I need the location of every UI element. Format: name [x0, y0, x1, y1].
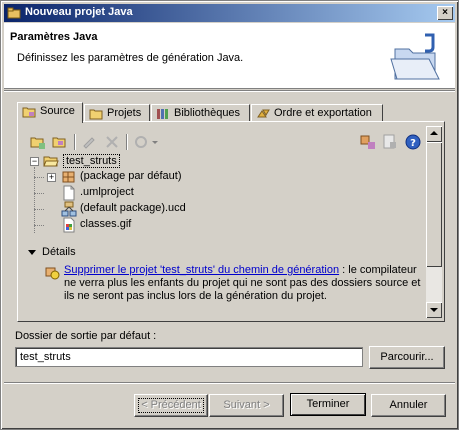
back-button[interactable]: < Précédent: [134, 394, 208, 417]
build-path-icon[interactable]: [132, 132, 160, 152]
browse-button[interactable]: Parcourir...: [369, 346, 445, 369]
details-description: Supprimer le projet 'test_struts' du che…: [45, 264, 426, 303]
tab-order-export[interactable]: Ordre et exportation: [251, 104, 383, 122]
arrow-down-icon: [430, 308, 438, 312]
tab-libraries-label: Bibliothèques: [174, 107, 241, 119]
tree-node[interactable]: (default package).ucd: [28, 201, 268, 217]
next-button[interactable]: Suivant >: [209, 394, 284, 417]
scroll-down-button[interactable]: [426, 302, 442, 318]
page-title: Paramètres Java: [10, 31, 98, 43]
remove-icon[interactable]: [102, 132, 122, 152]
source-folder-icon: [22, 107, 36, 118]
vertical-scrollbar[interactable]: [426, 126, 442, 318]
page-description: Définissez les paramètres de génération …: [17, 52, 244, 64]
details-toggle[interactable]: Détails: [28, 246, 76, 258]
wizard-header: Paramètres Java Définissez les paramètre…: [4, 23, 455, 89]
tree-root-label: test_struts: [63, 154, 120, 168]
tree-node[interactable]: classes.gif: [28, 217, 268, 233]
project-warning-icon: [45, 267, 60, 280]
edit-icon[interactable]: [80, 132, 100, 152]
toolbar-separator: [74, 134, 76, 150]
tab-source[interactable]: Source: [17, 102, 83, 123]
tree-item-label: (default package).ucd: [80, 202, 186, 214]
add-folder-icon[interactable]: [28, 132, 48, 152]
scroll-up-button[interactable]: [426, 126, 442, 142]
close-button[interactable]: ×: [437, 6, 453, 20]
filter-icon[interactable]: [380, 132, 400, 152]
scroll-thumb[interactable]: [426, 142, 442, 267]
cancel-button[interactable]: Annuler: [371, 394, 446, 417]
tree-node[interactable]: + (package par défaut): [28, 169, 268, 185]
order-export-icon: [257, 109, 270, 118]
tab-projects[interactable]: Projets: [84, 104, 150, 122]
collapse-icon[interactable]: −: [30, 157, 39, 166]
tab-order-export-label: Ordre et exportation: [274, 107, 372, 119]
file-icon: [63, 185, 75, 201]
package-icon: [62, 171, 75, 183]
libraries-icon: [157, 109, 168, 119]
arrow-up-icon: [430, 131, 438, 135]
window-title: Nouveau projet Java: [25, 6, 133, 18]
source-tree[interactable]: − test_struts + (package par défaut) .um…: [28, 153, 423, 243]
footer-separator: [4, 382, 455, 384]
add-package-icon[interactable]: [358, 132, 378, 152]
java-wizard-banner-icon: [390, 33, 440, 80]
tree-node-root[interactable]: − test_struts: [28, 153, 228, 169]
tab-libraries[interactable]: Bibliothèques: [151, 104, 250, 122]
source-toolbar: ?: [28, 132, 423, 152]
tree-item-label: .umlproject: [80, 186, 134, 198]
finish-button[interactable]: Terminer: [290, 393, 366, 416]
java-project-icon: [7, 7, 21, 19]
wizard-window: Nouveau projet Java × Paramètres Java Dé…: [0, 0, 459, 430]
toolbar-separator: [126, 134, 128, 150]
header-separator: [4, 90, 455, 92]
focus-ring: [138, 398, 204, 413]
remove-project-link[interactable]: Supprimer le projet 'test_struts' du che…: [64, 264, 339, 276]
output-folder-input[interactable]: [15, 347, 363, 367]
tab-projects-label: Projets: [107, 107, 142, 119]
link-folder-icon[interactable]: [50, 132, 70, 152]
help-icon[interactable]: ?: [403, 132, 423, 152]
details-paragraph: Supprimer le projet 'test_struts' du che…: [64, 264, 426, 303]
tree-item-label: (package par défaut): [80, 170, 182, 182]
tree-node[interactable]: .umlproject: [28, 185, 268, 201]
open-project-folder-icon: [43, 156, 59, 167]
output-folder-label: Dossier de sortie par défaut :: [15, 330, 157, 342]
expand-icon[interactable]: +: [47, 173, 56, 182]
svg-text:?: ?: [410, 138, 416, 149]
uml-diagram-icon: [61, 201, 77, 217]
tree-item-label: classes.gif: [80, 218, 132, 230]
image-file-icon: [63, 217, 75, 233]
triangle-down-icon: [28, 249, 36, 255]
source-tab-panel: ? − test_struts + (package par défaut) .…: [17, 121, 445, 322]
projects-icon: [89, 109, 103, 120]
details-label: Détails: [42, 246, 76, 258]
title-bar[interactable]: Nouveau projet Java ×: [4, 4, 455, 22]
tab-source-label: Source: [40, 105, 75, 117]
